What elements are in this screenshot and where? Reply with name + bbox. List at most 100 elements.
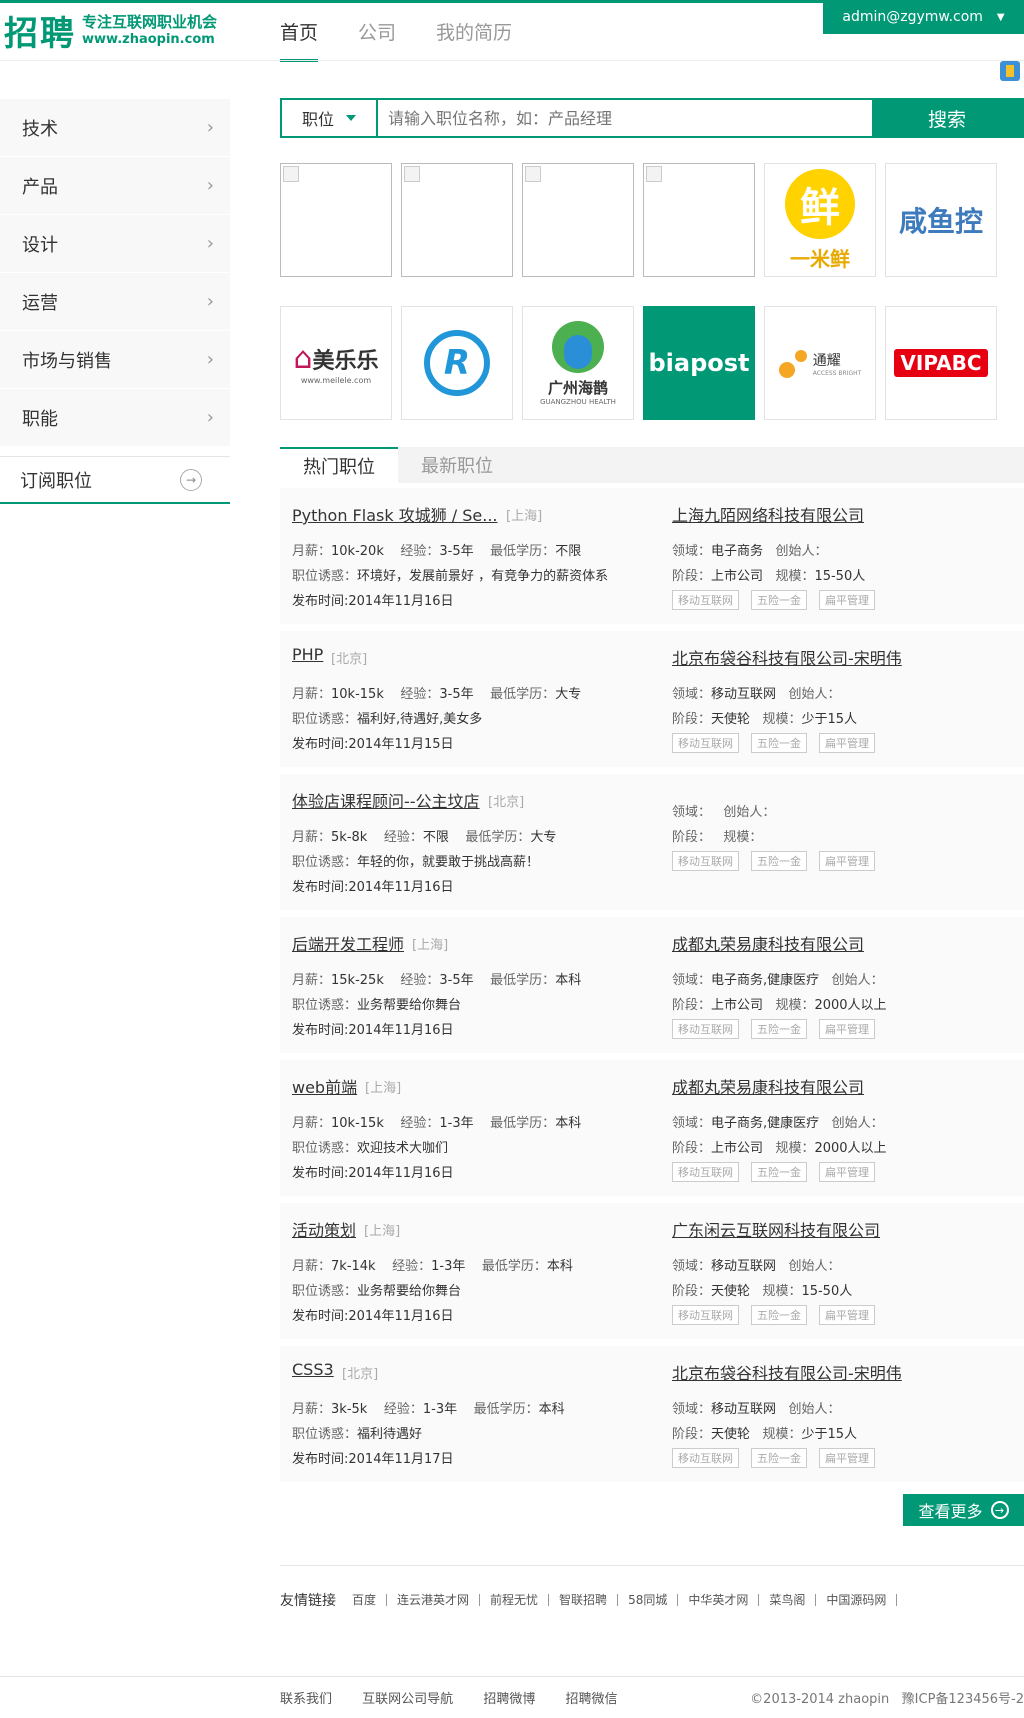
tab-latest-jobs[interactable]: 最新职位 — [398, 447, 516, 483]
job-title-link[interactable]: 体验店课程顾问--公主坟店 — [292, 788, 480, 812]
job-city: [北京] — [488, 795, 525, 810]
job-card[interactable]: 活动策划 [上海] 月薪：7k-14k 经验：1-3年 最低学历：本科 职位诱惑… — [280, 1203, 1024, 1339]
sidebar-item-product[interactable]: 产品 › — [0, 157, 230, 215]
friend-link[interactable]: 百度 — [350, 1594, 388, 1606]
company-field: 移动互联网 — [711, 1259, 777, 1274]
job-title-link[interactable]: CSS3 — [292, 1360, 334, 1379]
education-label: 最低学历： — [490, 544, 556, 559]
sidebar-item-operations[interactable]: 运营 › — [0, 273, 230, 331]
job-title-link[interactable]: Python Flask 攻城狮 / Se... — [292, 502, 498, 526]
job-experience: 3-5年 — [439, 544, 474, 559]
company-logo-broken[interactable] — [401, 163, 513, 277]
company-scale: 15-50人 — [814, 569, 866, 584]
footer-link-contact[interactable]: 联系我们 — [280, 1692, 332, 1707]
header-divider — [0, 60, 1024, 61]
company-logo-vipabc[interactable]: VIPABC — [885, 306, 997, 420]
friend-link[interactable]: 前程无忧 — [480, 1594, 550, 1606]
education-label: 最低学历： — [465, 830, 531, 845]
footer-link-company-nav[interactable]: 互联网公司导航 — [362, 1692, 453, 1707]
company-tag: 扁平管理 — [819, 1305, 875, 1325]
job-posted-date: 2014年11月16日 — [348, 1309, 454, 1324]
founder-label: 创始人： — [788, 687, 841, 702]
job-experience: 1-3年 — [431, 1259, 466, 1274]
job-card[interactable]: Python Flask 攻城狮 / Se... [上海] 月薪：10k-20k… — [280, 488, 1024, 624]
founder-label: 创始人： — [775, 544, 828, 559]
company-logo-biapost[interactable]: biapost — [643, 306, 755, 420]
search-button[interactable]: 搜索 — [872, 100, 1022, 136]
company-tag: 移动互联网 — [672, 590, 739, 610]
company-logo-broken[interactable] — [280, 163, 392, 277]
sidebar-item-design[interactable]: 设计 › — [0, 215, 230, 273]
footer-link-wechat[interactable]: 招聘微信 — [565, 1692, 617, 1707]
friend-link[interactable]: 中国源码网 — [816, 1594, 898, 1606]
job-experience: 3-5年 — [439, 973, 474, 988]
posted-label: 发布时间: — [292, 1452, 349, 1467]
friend-link[interactable]: 菜鸟阁 — [759, 1594, 817, 1606]
nav-my-resume[interactable]: 我的简历 — [436, 18, 512, 62]
friend-link[interactable]: 智联招聘 — [549, 1594, 619, 1606]
company-tag: 扁平管理 — [819, 1448, 875, 1468]
company-name-link[interactable]: 成都丸荣易康科技有限公司 — [672, 1074, 864, 1098]
sidebar-item-label: 市场与销售 — [22, 350, 112, 372]
job-posted-date: 2014年11月16日 — [348, 1166, 454, 1181]
company-logo-broken[interactable] — [643, 163, 755, 277]
company-logo-yimixian[interactable]: 鲜 一米鲜 — [764, 163, 876, 277]
sidebar-item-label: 职能 — [22, 408, 58, 430]
company-name-link[interactable]: 广东闲云互联网科技有限公司 — [672, 1217, 880, 1241]
subscribe-jobs-button[interactable]: 订阅职位 → — [0, 456, 230, 504]
company-tag: 移动互联网 — [672, 1162, 739, 1182]
friend-link[interactable]: 连云港英才网 — [387, 1594, 481, 1606]
job-card[interactable]: 体验店课程顾问--公主坟店 [北京] 月薪：5k-8k 经验：不限 最低学历：大… — [280, 774, 1024, 910]
company-tag: 移动互联网 — [672, 733, 739, 753]
job-posted-date: 2014年11月16日 — [348, 1023, 454, 1038]
sidebar-item-marketing[interactable]: 市场与销售 › — [0, 331, 230, 389]
company-name-link[interactable]: 北京布袋谷科技有限公司-宋明伟 — [672, 645, 902, 669]
job-experience: 1-3年 — [439, 1116, 474, 1131]
company-logo-guangzhou-haique[interactable]: 广州海鹊 GUANGZHOU HEALTH — [522, 306, 634, 420]
company-name-link[interactable]: 成都丸荣易康科技有限公司 — [672, 931, 864, 955]
company-logo-tongyao[interactable]: 通耀 ACCESS BRIGHT — [764, 306, 876, 420]
job-card[interactable]: CSS3 [北京] 月薪：3k-5k 经验：1-3年 最低学历：本科 职位诱惑：… — [280, 1346, 1024, 1482]
sidebar-item-label: 设计 — [22, 234, 58, 256]
founder-label: 创始人： — [723, 805, 776, 820]
category-sidebar: 技术 › 产品 › 设计 › 运营 › 市场与销售 › 职能 › — [0, 99, 230, 447]
job-title-link[interactable]: 活动策划 — [292, 1217, 356, 1241]
founder-label: 创始人： — [831, 973, 884, 988]
job-search-bar: 职位 搜索 — [280, 98, 1024, 138]
sidebar-item-label: 技术 — [22, 118, 58, 140]
side-tool-icon[interactable] — [1000, 61, 1020, 81]
job-title-link[interactable]: 后端开发工程师 — [292, 931, 404, 955]
founder-label: 创始人： — [831, 1116, 884, 1131]
company-scale: 2000人以上 — [814, 998, 887, 1013]
company-logo-meilele[interactable]: ⌂ 美乐乐 www.meilele.com — [280, 306, 392, 420]
nav-company[interactable]: 公司 — [358, 18, 396, 62]
field-label: 领域： — [672, 1259, 712, 1274]
job-card[interactable]: web前端 [上海] 月薪：10k-15k 经验：1-3年 最低学历：本科 职位… — [280, 1060, 1024, 1196]
company-name-link[interactable]: 上海九陌网络科技有限公司 — [672, 502, 864, 526]
sidebar-item-tech[interactable]: 技术 › — [0, 99, 230, 157]
tab-hot-jobs[interactable]: 热门职位 — [280, 447, 398, 483]
friend-link[interactable]: 58同城 — [618, 1594, 679, 1606]
sidebar-item-functions[interactable]: 职能 › — [0, 389, 230, 447]
company-logo-r[interactable]: R — [401, 306, 513, 420]
job-title-link[interactable]: PHP — [292, 645, 323, 664]
nav-home[interactable]: 首页 — [280, 18, 319, 62]
user-menu[interactable]: admin@zgymw.com ▼ — [823, 0, 1024, 34]
stage-label: 阶段： — [672, 569, 712, 584]
search-type-label: 职位 — [301, 110, 334, 129]
search-type-select[interactable]: 职位 — [282, 100, 378, 136]
logo-slogan: 专注互联网职业机会 — [82, 13, 218, 31]
company-name-link[interactable]: 北京布袋谷科技有限公司-宋明伟 — [672, 1360, 902, 1384]
site-logo[interactable]: 招聘 专注互联网职业机会 www.zhaopin.com — [4, 13, 218, 55]
search-input[interactable] — [378, 100, 872, 136]
job-title-link[interactable]: web前端 — [292, 1074, 357, 1098]
scale-label: 规模： — [775, 998, 815, 1013]
footer-link-weibo[interactable]: 招聘微博 — [483, 1692, 535, 1707]
job-card[interactable]: PHP [北京] 月薪：10k-15k 经验：3-5年 最低学历：大专 职位诱惑… — [280, 631, 1024, 767]
company-logo-xianyukong[interactable]: 咸鱼控 — [885, 163, 997, 277]
company-logo-broken[interactable] — [522, 163, 634, 277]
view-more-button[interactable]: 查看更多 → — [903, 1494, 1024, 1526]
friend-link[interactable]: 中华英才网 — [678, 1594, 760, 1606]
logo-meilele-url: www.meilele.com — [300, 376, 372, 385]
job-card[interactable]: 后端开发工程师 [上海] 月薪：15k-25k 经验：3-5年 最低学历：本科 … — [280, 917, 1024, 1053]
